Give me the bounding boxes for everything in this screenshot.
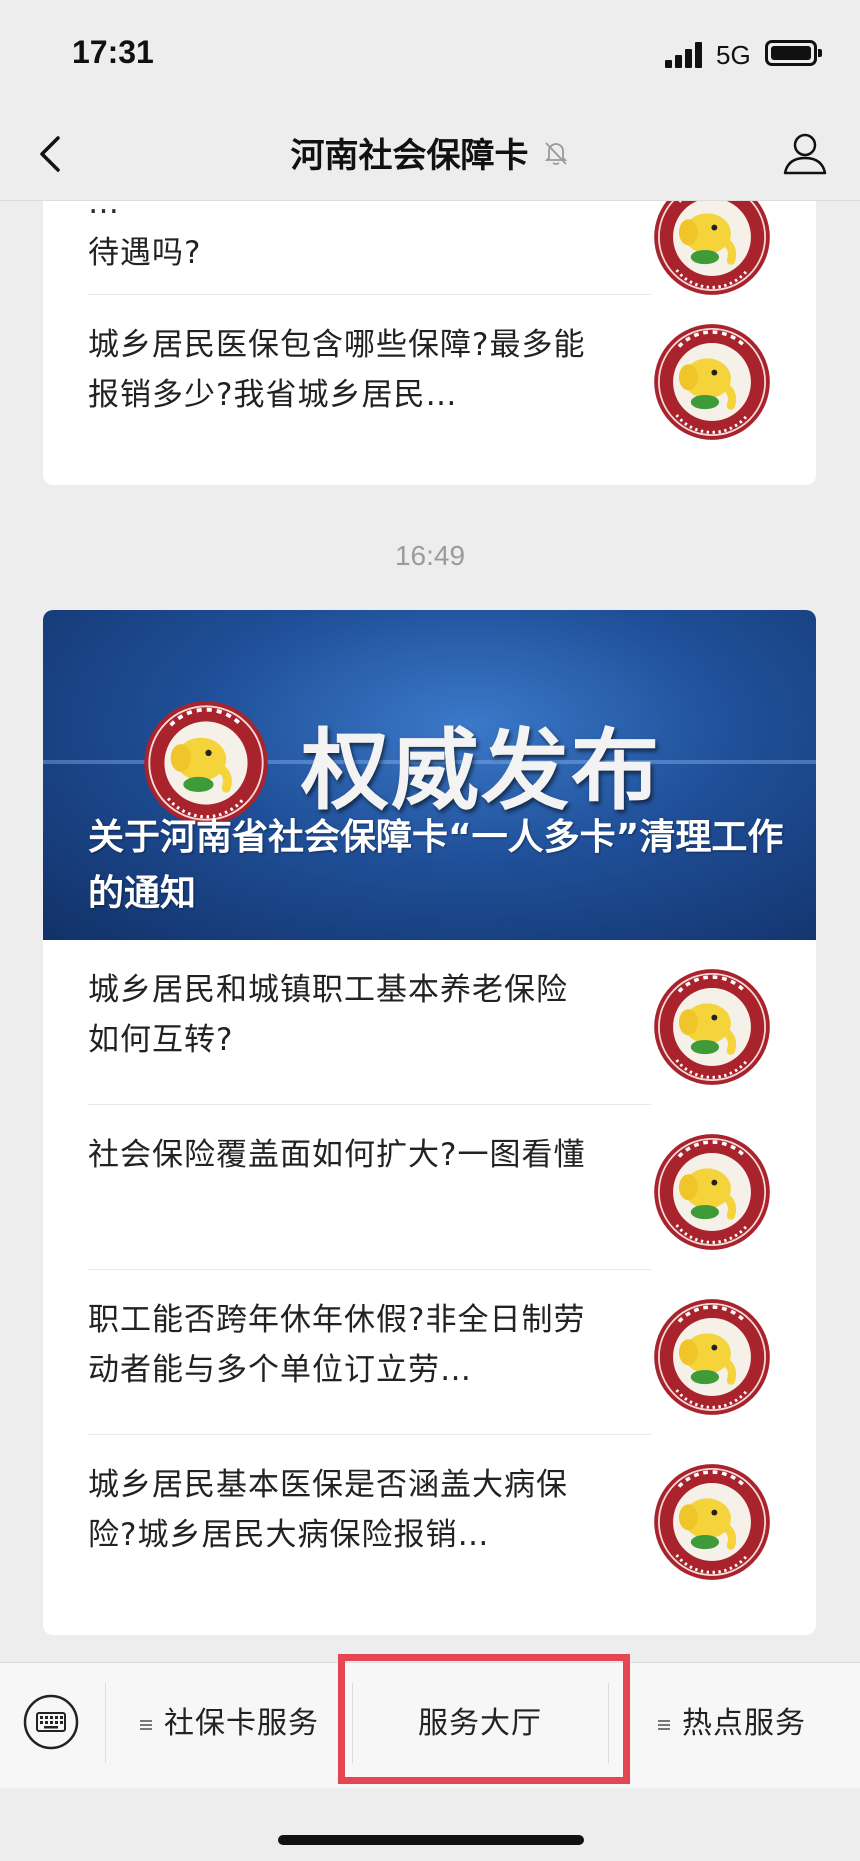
home-indicator[interactable] [278, 1835, 584, 1845]
article-title: 社会保险覆盖面如何扩大?一图看懂 [88, 1137, 586, 1173]
article-item[interactable]: … 待遇吗? [43, 200, 816, 295]
page-title: 河南社会保障卡 [290, 136, 529, 176]
article-card: 权威发布 关于河南省社会保障卡“一人多卡”清理工作的通知 城乡居民和城镇职工基本… [43, 610, 816, 1635]
article-title: 城乡居民基本医保是否涵盖大病保险?城乡居民大病保险报销… [88, 1467, 568, 1553]
social-security-logo-thumbnail [653, 1463, 771, 1581]
article-card: … 待遇吗? 城乡居民医保包含哪些保障?最多能报销多少?我省城乡居民… [43, 200, 816, 485]
banner-title: 关于河南省社会保障卡“一人多卡”清理工作的通知 [88, 817, 784, 914]
article-title: 职工能否跨年休年休假?非全日制劳动者能与多个单位订立劳… [88, 1302, 586, 1388]
article-title: 城乡居民医保包含哪些保障?最多能报销多少?我省城乡居民… [88, 327, 586, 413]
nav-bar: 河南社会保障卡 [0, 110, 860, 201]
article-item[interactable]: 社会保险覆盖面如何扩大?一图看懂 [43, 1105, 816, 1270]
social-security-logo-thumbnail [653, 1298, 771, 1416]
banner-article[interactable]: 权威发布 关于河南省社会保障卡“一人多卡”清理工作的通知 [43, 610, 816, 940]
article-title-partial: 待遇吗? [88, 235, 202, 271]
menu-item-label: 社保卡服务 [164, 1706, 319, 1741]
profile-icon[interactable] [780, 128, 830, 178]
article-title: 城乡居民和城镇职工基本养老保险如何互转? [88, 972, 568, 1058]
article-item[interactable]: 职工能否跨年休年休假?非全日制劳动者能与多个单位订立劳… [43, 1270, 816, 1435]
submenu-icon [658, 1718, 670, 1732]
status-bar: 17:31 5G [0, 0, 860, 110]
mute-bell-icon [544, 141, 567, 165]
network-type: 5G [716, 40, 751, 70]
social-security-logo-thumbnail [653, 1133, 771, 1251]
highlight-annotation-box [338, 1654, 630, 1784]
menu-separator [105, 1683, 106, 1763]
menu-item-label: 热点服务 [682, 1706, 806, 1741]
battery-icon [765, 40, 822, 66]
keyboard-icon[interactable] [22, 1693, 80, 1751]
message-timestamp: 16:49 [394, 540, 466, 571]
social-security-logo [143, 700, 269, 826]
menu-item-social-card-service[interactable]: 社保卡服务 [140, 1698, 319, 1742]
article-item[interactable]: 城乡居民医保包含哪些保障?最多能报销多少?我省城乡居民… [43, 295, 816, 460]
article-item[interactable]: 城乡居民基本医保是否涵盖大病保险?城乡居民大病保险报销… [43, 1435, 816, 1600]
article-title: … 待遇吗? [88, 200, 598, 278]
banner-headline: 权威发布 [301, 719, 662, 822]
cellular-signal-icon [665, 42, 705, 68]
status-time: 17:31 [72, 34, 154, 70]
submenu-icon [140, 1718, 152, 1732]
message-list[interactable]: … 待遇吗? 城乡居民医保包含哪些保障?最多能报销多少?我省城乡居民… 16:4… [0, 200, 860, 1655]
social-security-logo-thumbnail [653, 323, 771, 441]
social-security-logo-thumbnail [653, 968, 771, 1086]
article-item[interactable]: 城乡居民和城镇职工基本养老保险如何互转? [43, 940, 816, 1105]
social-security-logo-thumbnail [653, 200, 771, 296]
menu-item-hot-services[interactable]: 热点服务 [658, 1698, 806, 1742]
